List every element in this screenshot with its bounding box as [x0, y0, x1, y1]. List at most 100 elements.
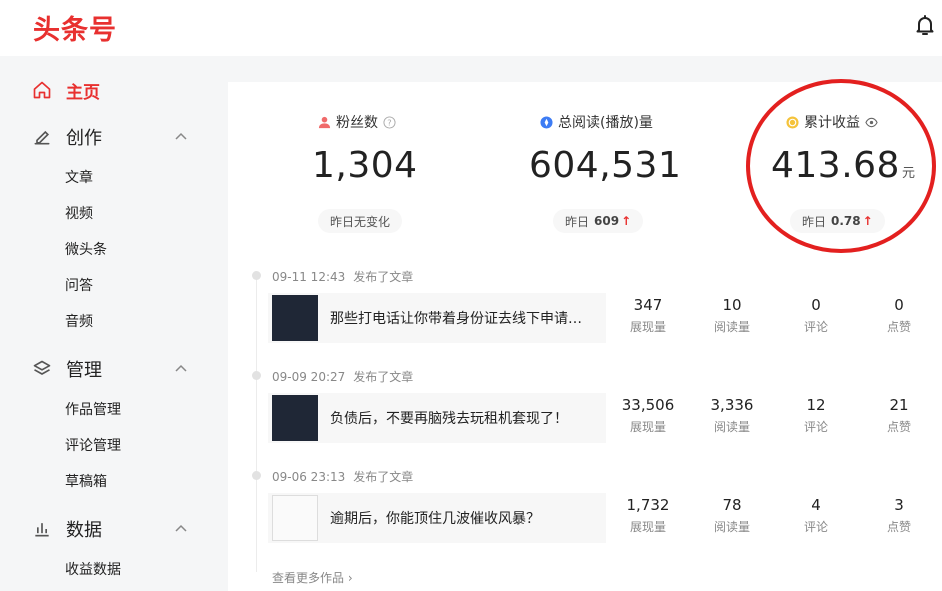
- sidebar-item-micro-headline[interactable]: 微头条: [65, 239, 107, 259]
- reads-note-label: 昨日: [565, 214, 590, 229]
- fans-note-text: 昨日无变化: [330, 214, 391, 229]
- metric-label: 阅读量: [713, 520, 750, 534]
- chevron-up-icon[interactable]: [174, 362, 188, 376]
- sidebar-group-label: 创作: [66, 128, 102, 149]
- fans-stat-header: 粉丝数 ?: [318, 112, 396, 132]
- timeline-dot: [252, 271, 261, 280]
- user-icon: [318, 116, 331, 128]
- entry-action: 发布了文章: [353, 370, 414, 384]
- article-card[interactable]: 负债后，不要再脑残去玩租机套现了！: [268, 393, 606, 443]
- metric-value: 33,506: [621, 396, 675, 414]
- metric-reads: 78 阅读量: [692, 496, 772, 535]
- read-icon: [540, 115, 553, 129]
- reads-stat-header: 总阅读(播放)量: [540, 112, 653, 132]
- sidebar-item-audio[interactable]: 音频: [65, 311, 93, 331]
- entry-time: 09-06 23:13: [272, 470, 346, 484]
- help-icon[interactable]: ?: [383, 115, 396, 129]
- metric-label: 点赞: [886, 520, 911, 534]
- reads-note-value: 609: [594, 214, 620, 228]
- metric-label: 展现量: [629, 520, 666, 534]
- fans-label: 粉丝数: [336, 115, 378, 131]
- sidebar-item-income-data[interactable]: 收益数据: [65, 559, 121, 579]
- fans-value: 1,304: [312, 145, 418, 186]
- metric-impressions: 1,732 展现量: [608, 496, 688, 535]
- metric-label: 阅读量: [713, 320, 750, 334]
- metric-label: 评论: [803, 520, 828, 534]
- sidebar-group-data[interactable]: 数据: [32, 515, 192, 543]
- metric-label: 展现量: [629, 420, 666, 434]
- metric-label: 评论: [803, 320, 828, 334]
- metric-likes: 21 点赞: [859, 396, 939, 435]
- chevron-up-icon[interactable]: [174, 130, 188, 144]
- entry-action: 发布了文章: [353, 470, 414, 484]
- metric-label: 点赞: [886, 320, 911, 334]
- article-thumbnail: [272, 495, 318, 541]
- timeline-dot: [252, 471, 261, 480]
- metric-label: 展现量: [629, 320, 666, 334]
- entry-meta: 09-06 23:13 发布了文章: [272, 468, 413, 485]
- entry-time: 09-09 20:27: [272, 370, 346, 384]
- timeline-dot: [252, 371, 261, 380]
- entry-action: 发布了文章: [353, 270, 414, 284]
- article-card[interactable]: 逾期后，你能顶住几波催收风暴？: [268, 493, 606, 543]
- metric-value: 4: [811, 496, 821, 514]
- metric-label: 点赞: [886, 420, 911, 434]
- view-more-link[interactable]: 查看更多作品 ›: [272, 569, 353, 586]
- sidebar-item-drafts[interactable]: 草稿箱: [65, 471, 107, 491]
- metric-comments: 12 评论: [776, 396, 856, 435]
- article-title: 那些打电话让你带着身份证去线下申请…: [330, 311, 582, 327]
- layers-icon: [33, 360, 51, 375]
- fans-yesterday-note: 昨日无变化: [318, 209, 403, 233]
- metric-value: 1,732: [626, 496, 670, 514]
- chevron-up-icon[interactable]: [174, 522, 188, 536]
- bell-icon[interactable]: [913, 13, 937, 37]
- reads-value: 604,531: [529, 145, 682, 186]
- metric-value: 3: [894, 496, 904, 514]
- arrow-up-icon: ↑: [621, 214, 632, 228]
- metric-value: 12: [806, 396, 826, 414]
- metric-value: 21: [889, 396, 909, 414]
- article-title: 负债后，不要再脑残去玩租机套现了！: [330, 411, 568, 427]
- sidebar-item-label: 主页: [66, 82, 100, 103]
- sidebar-item-article[interactable]: 文章: [65, 167, 93, 187]
- home-icon: [33, 81, 51, 99]
- metric-likes: 0 点赞: [859, 296, 939, 335]
- metric-reads: 10 阅读量: [692, 296, 772, 335]
- metric-value: 78: [722, 496, 742, 514]
- sidebar-group-create[interactable]: 创作: [32, 123, 192, 151]
- metric-value: 10: [722, 296, 742, 314]
- metric-value: 0: [894, 296, 904, 314]
- top-bar: 头条号: [0, 0, 942, 56]
- highlight-circle: [746, 79, 936, 253]
- entry-meta: 09-09 20:27 发布了文章: [272, 368, 413, 385]
- sidebar-group-manage[interactable]: 管理: [32, 355, 192, 383]
- sidebar-item-works[interactable]: 作品管理: [65, 399, 121, 419]
- article-thumbnail: [272, 395, 318, 441]
- article-title: 逾期后，你能顶住几波催收风暴？: [330, 511, 540, 527]
- entry-time: 09-11 12:43: [272, 270, 346, 284]
- sidebar-item-home[interactable]: 主页: [32, 78, 100, 103]
- sidebar-item-comments[interactable]: 评论管理: [65, 435, 121, 455]
- metric-reads: 3,336 阅读量: [692, 396, 772, 435]
- metric-impressions: 33,506 展现量: [608, 396, 688, 435]
- sidebar-item-qa[interactable]: 问答: [65, 275, 93, 295]
- bar-chart-icon: [35, 523, 49, 537]
- sidebar-item-video[interactable]: 视频: [65, 203, 93, 223]
- entry-meta: 09-11 12:43 发布了文章: [272, 268, 413, 285]
- metric-likes: 3 点赞: [859, 496, 939, 535]
- metric-label: 评论: [803, 420, 828, 434]
- reads-label: 总阅读(播放)量: [558, 115, 653, 131]
- timeline-line: [256, 272, 257, 572]
- reads-yesterday-note: 昨日 609 ↑: [553, 209, 644, 233]
- logo[interactable]: 头条号: [33, 8, 117, 47]
- metric-value: 347: [633, 296, 663, 314]
- metric-comments: 0 评论: [776, 296, 856, 335]
- article-card[interactable]: 那些打电话让你带着身份证去线下申请…: [268, 293, 606, 343]
- metric-comments: 4 评论: [776, 496, 856, 535]
- article-thumbnail: [272, 295, 318, 341]
- svg-text:?: ?: [387, 117, 391, 127]
- metric-impressions: 347 展现量: [608, 296, 688, 335]
- metric-value: 0: [811, 296, 821, 314]
- sidebar-group-label: 数据: [66, 520, 102, 541]
- metric-value: 3,336: [710, 396, 754, 414]
